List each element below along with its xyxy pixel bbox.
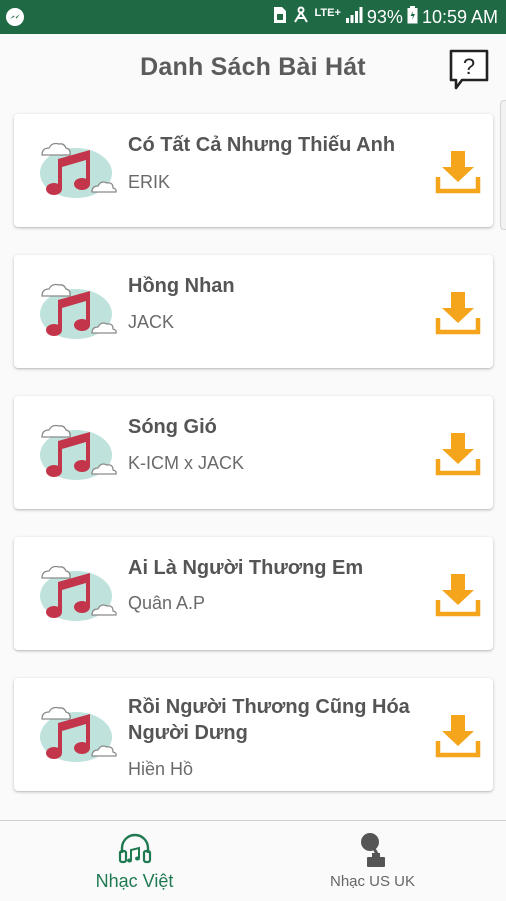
tab-nhac-viet[interactable]: Nhạc Việt — [8, 821, 261, 901]
song-artist: JACK — [128, 312, 175, 332]
music-note-icon — [40, 565, 117, 621]
download-icon — [435, 433, 481, 476]
scrollbar[interactable] — [500, 100, 506, 230]
gramophone-icon — [360, 833, 385, 867]
lte-label: LTE+ — [314, 7, 341, 19]
clock: 10:59 AM — [421, 6, 498, 27]
battery-icon — [407, 5, 418, 29]
song-artist: ERIK — [128, 172, 171, 192]
download-icon — [435, 292, 481, 335]
headphones-music-icon — [118, 833, 151, 864]
song-card[interactable]: Sóng Gió K-ICM x JACK — [14, 396, 493, 509]
song-card[interactable]: Ai Là Người Thương Em Quân A.P — [14, 537, 493, 650]
music-note-icon — [40, 424, 117, 480]
download-button[interactable] — [434, 570, 482, 618]
download-icon — [435, 715, 481, 758]
sim-icon — [273, 6, 287, 29]
song-title: Ai Là Người Thương Em — [128, 557, 364, 579]
song-title: Rồi Người Thương Cũng Hóa Người Dưng — [128, 696, 410, 744]
status-bar: LTE+ 93% 10:59 AM — [0, 0, 506, 34]
song-artist: K-ICM x JACK — [128, 453, 245, 473]
signal-icon — [345, 6, 363, 28]
hotspot-icon — [291, 6, 311, 29]
song-card[interactable]: Rồi Người Thương Cũng Hóa Người Dưng Hiề… — [14, 678, 493, 791]
download-button[interactable] — [434, 147, 482, 195]
download-icon — [435, 151, 481, 194]
music-note-icon — [40, 706, 117, 762]
song-card[interactable]: Hồng Nhan JACK — [14, 255, 493, 368]
tab-label: Nhạc US UK — [329, 873, 416, 890]
page-title: Danh Sách Bài Hát — [140, 53, 366, 81]
download-button[interactable] — [434, 288, 482, 336]
download-button[interactable] — [434, 711, 482, 759]
help-bubble-icon: ? — [449, 49, 489, 90]
tab-label: Nhạc Việt — [95, 871, 174, 891]
app-header: Danh Sách Bài Hát ? — [0, 34, 506, 104]
song-artist: Hiền Hồ — [128, 759, 194, 779]
messenger-icon — [6, 8, 24, 26]
help-glyph: ? — [463, 54, 475, 79]
download-button[interactable] — [434, 429, 482, 477]
song-card[interactable]: Có Tất Cả Nhưng Thiếu Anh ERIK — [14, 114, 493, 227]
bottom-nav: Nhạc Việt Nhạc US UK — [0, 820, 506, 900]
song-title: Hồng Nhan — [128, 275, 235, 297]
song-artist: Quân A.P — [128, 593, 206, 613]
tab-nhac-us-uk[interactable]: Nhạc US UK — [246, 821, 499, 901]
music-note-icon — [40, 142, 117, 198]
song-title: Sóng Gió — [128, 416, 217, 438]
help-button[interactable]: ? — [446, 46, 492, 92]
music-note-icon — [40, 283, 117, 339]
song-title: Có Tất Cả Nhưng Thiếu Anh — [128, 134, 396, 156]
battery-percent: 93% — [366, 6, 403, 27]
download-icon — [435, 574, 481, 617]
